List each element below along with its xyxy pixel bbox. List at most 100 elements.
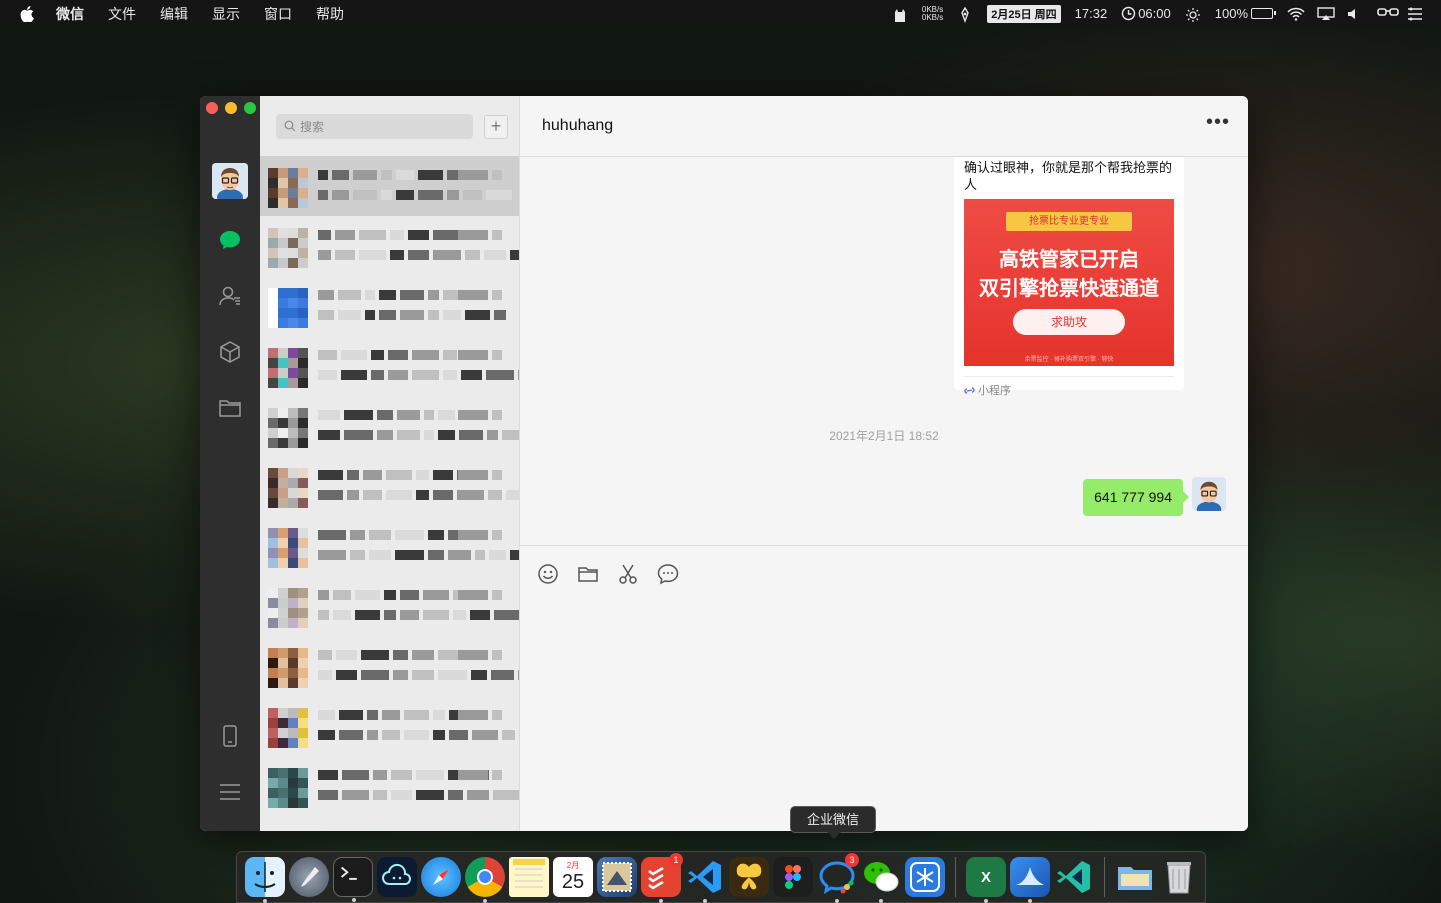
dock-tooltip: 企业微信 bbox=[790, 806, 876, 839]
search-input[interactable]: 搜索 bbox=[276, 113, 473, 139]
chat-icon[interactable] bbox=[218, 228, 242, 252]
composer-toolbar bbox=[536, 562, 680, 586]
menu-wechat[interactable]: 微信 bbox=[56, 4, 84, 24]
list-item[interactable] bbox=[260, 456, 519, 516]
mini-program-card[interactable]: 确认过眼神，你就是那个帮我抢票的人 抢票比专业更专业 高铁管家已开启 双引擎抢票… bbox=[954, 157, 1184, 397]
control-center-icon[interactable] bbox=[1407, 7, 1423, 21]
volume-icon[interactable] bbox=[1347, 7, 1363, 21]
dock-separator bbox=[955, 857, 956, 897]
conversation-time-obscured bbox=[458, 710, 502, 720]
contacts-icon[interactable] bbox=[218, 284, 242, 308]
conversation-avatar bbox=[268, 288, 308, 328]
list-item[interactable] bbox=[260, 216, 519, 276]
network-speed[interactable]: 0KB/s 0KB/s bbox=[921, 5, 944, 22]
close-button[interactable] bbox=[206, 102, 218, 114]
mini-program-icon bbox=[964, 386, 975, 394]
notification-badge: 1 bbox=[669, 853, 683, 867]
calendar-icon[interactable]: 2月 25 bbox=[553, 857, 593, 897]
safari-icon[interactable] bbox=[421, 857, 461, 897]
finder-icon[interactable] bbox=[245, 857, 285, 903]
airplay-icon[interactable] bbox=[1317, 6, 1335, 21]
chat-title: huhuhang bbox=[542, 117, 614, 134]
mini-program-image: 抢票比专业更专业 高铁管家已开启 双引擎抢票快速通道 求助攻 余票监控 · 候补… bbox=[964, 199, 1174, 366]
date-display[interactable]: 2月25日 周四 bbox=[987, 4, 1061, 23]
minimize-button[interactable] bbox=[225, 102, 237, 114]
mini-program-text: 确认过眼神，你就是那个帮我抢票的人 bbox=[964, 160, 1173, 192]
todoist-icon[interactable]: 1 bbox=[641, 853, 683, 903]
list-item[interactable] bbox=[260, 516, 519, 576]
conversation-time-obscured bbox=[458, 290, 502, 300]
file-icon[interactable] bbox=[576, 562, 600, 586]
conversation-preview-obscured bbox=[318, 430, 519, 440]
screenshot-icon[interactable] bbox=[616, 562, 640, 586]
list-item[interactable] bbox=[260, 576, 519, 636]
add-chat-button[interactable]: + bbox=[484, 115, 508, 139]
figma-icon[interactable] bbox=[773, 857, 813, 897]
trash-icon[interactable] bbox=[1159, 857, 1199, 897]
snowflake-app-icon[interactable] bbox=[905, 857, 945, 897]
menu-help[interactable]: 帮助 bbox=[316, 4, 344, 24]
list-item[interactable] bbox=[260, 156, 519, 216]
mini-program-button: 求助攻 bbox=[1013, 309, 1125, 335]
cat-icon[interactable] bbox=[892, 7, 908, 22]
more-icon[interactable]: ••• bbox=[1206, 112, 1230, 132]
chrome-icon[interactable] bbox=[465, 857, 505, 903]
favorites-icon[interactable] bbox=[218, 340, 242, 364]
wecom-icon[interactable]: 3 bbox=[817, 853, 859, 903]
apple-icon[interactable] bbox=[20, 5, 36, 22]
list-item[interactable] bbox=[260, 336, 519, 396]
vscode-insiders-icon[interactable] bbox=[1054, 857, 1094, 897]
list-item[interactable] bbox=[260, 696, 519, 756]
wifi-icon[interactable] bbox=[1287, 7, 1305, 21]
conversation-avatar bbox=[268, 348, 308, 388]
timer-icon bbox=[1122, 6, 1136, 21]
excel-icon[interactable]: X bbox=[966, 857, 1006, 903]
conversation-avatar bbox=[268, 528, 308, 568]
menu-icon[interactable] bbox=[218, 780, 242, 804]
cloud-app-icon[interactable] bbox=[377, 857, 417, 897]
shark-app-icon[interactable] bbox=[1010, 857, 1050, 903]
vscode-icon[interactable] bbox=[685, 857, 725, 903]
downloads-folder-icon[interactable] bbox=[1115, 857, 1155, 897]
menu-view[interactable]: 显示 bbox=[212, 4, 240, 24]
mail-stamp-icon[interactable] bbox=[597, 857, 637, 897]
zoom-button[interactable] bbox=[244, 102, 256, 114]
rocket-icon[interactable] bbox=[957, 6, 973, 23]
notes-icon[interactable] bbox=[509, 857, 549, 897]
message-area[interactable]: 确认过眼神，你就是那个帮我抢票的人 抢票比专业更专业 高铁管家已开启 双引擎抢票… bbox=[520, 157, 1248, 545]
wechat-icon[interactable] bbox=[861, 857, 901, 903]
menu-edit[interactable]: 编辑 bbox=[160, 4, 188, 24]
mini-program-source: 小程序 bbox=[964, 376, 1174, 398]
menu-file[interactable]: 文件 bbox=[108, 4, 136, 24]
battery-status[interactable]: 100% bbox=[1215, 6, 1276, 21]
conversation-avatar bbox=[268, 228, 308, 268]
clock-time[interactable]: 17:32 bbox=[1075, 6, 1108, 21]
message-bubble[interactable]: 641 777 994 bbox=[1083, 479, 1189, 516]
download-speed: 0KB/s bbox=[921, 12, 944, 22]
terminal-icon[interactable] bbox=[333, 857, 373, 902]
phone-icon[interactable] bbox=[218, 724, 242, 748]
folder-icon[interactable] bbox=[218, 396, 242, 420]
list-item[interactable] bbox=[260, 636, 519, 696]
list-item[interactable] bbox=[260, 756, 519, 816]
menu-window[interactable]: 窗口 bbox=[264, 4, 292, 24]
conversation-preview-obscured bbox=[318, 250, 519, 260]
conversation-preview-obscured bbox=[318, 310, 506, 320]
brightness-icon[interactable] bbox=[1185, 7, 1201, 22]
avatar[interactable] bbox=[1192, 477, 1226, 511]
glasses-icon[interactable] bbox=[1377, 7, 1399, 21]
list-item[interactable] bbox=[260, 396, 519, 456]
message-composer[interactable] bbox=[520, 545, 1248, 831]
conversation-name-obscured bbox=[318, 170, 459, 180]
conversation-time-obscured bbox=[458, 590, 502, 600]
conversation-time-obscured bbox=[458, 530, 502, 540]
message-timestamp: 2021年2月1日 18:52 bbox=[829, 429, 939, 443]
launchpad-icon[interactable] bbox=[289, 857, 329, 897]
list-item[interactable] bbox=[260, 276, 519, 336]
emoji-icon[interactable] bbox=[536, 562, 560, 586]
chat-history-icon[interactable] bbox=[656, 562, 680, 586]
avatar[interactable] bbox=[212, 163, 248, 199]
tes-butterfly-icon[interactable] bbox=[729, 857, 769, 897]
conversation-name-obscured bbox=[318, 710, 468, 720]
timer-widget[interactable]: 06:00 bbox=[1121, 6, 1171, 21]
